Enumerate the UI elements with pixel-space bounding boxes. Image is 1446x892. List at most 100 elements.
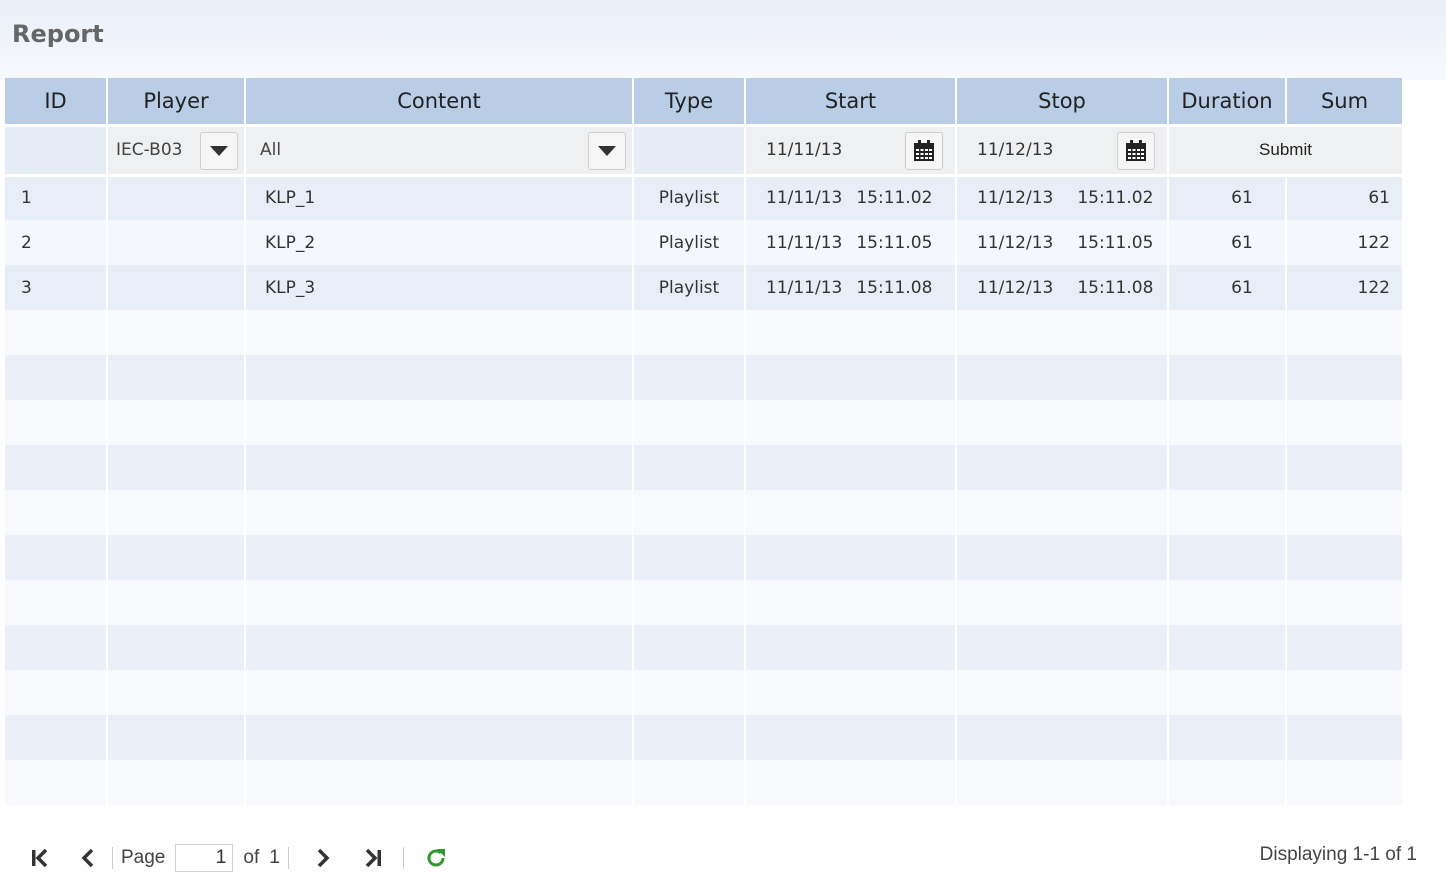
page-number-input[interactable] xyxy=(175,844,234,872)
empty-cell xyxy=(745,490,957,535)
cell-stop: 11/12/13 15:11.05 xyxy=(956,220,1169,265)
empty-cell xyxy=(245,400,634,445)
pager-separator xyxy=(112,847,113,869)
empty-cell xyxy=(956,445,1169,490)
empty-cell xyxy=(245,490,634,535)
prev-page-icon xyxy=(81,848,94,868)
empty-cell xyxy=(1168,580,1287,625)
column-header-duration[interactable]: Duration xyxy=(1168,78,1287,125)
empty-cell xyxy=(956,715,1169,760)
content-dropdown-button[interactable] xyxy=(588,132,626,170)
empty-cell xyxy=(1286,535,1404,580)
start-date: 11/11/13 xyxy=(766,277,843,298)
stop-date: 11/12/13 xyxy=(977,188,1054,209)
type-filter-cell xyxy=(633,123,746,177)
empty-cell xyxy=(107,355,246,400)
column-header-stop[interactable]: Stop xyxy=(956,78,1169,125)
empty-cell xyxy=(745,715,957,760)
empty-row xyxy=(5,535,1404,580)
start-date-field[interactable]: 11/11/13 xyxy=(746,128,954,172)
empty-cell xyxy=(633,445,746,490)
column-header-start[interactable]: Start xyxy=(745,78,957,125)
cell-duration: 61 xyxy=(1168,220,1287,265)
stop-time: 15:11.05 xyxy=(1077,232,1154,253)
empty-cell xyxy=(633,760,746,805)
empty-cell xyxy=(1286,355,1404,400)
cell-type: Playlist xyxy=(633,175,746,220)
stop-calendar-button[interactable] xyxy=(1117,132,1155,170)
next-page-button[interactable] xyxy=(307,842,339,874)
empty-cell xyxy=(745,535,957,580)
empty-cell xyxy=(633,580,746,625)
empty-cell xyxy=(1286,580,1404,625)
empty-cell xyxy=(633,490,746,535)
player-combo[interactable]: IEC-B03 xyxy=(108,128,243,172)
cell-start: 11/11/13 15:11.08 xyxy=(745,265,957,310)
column-header-id[interactable]: ID xyxy=(5,78,108,125)
empty-cell xyxy=(956,355,1169,400)
last-page-icon xyxy=(365,848,381,868)
empty-cell xyxy=(107,535,246,580)
column-header-player[interactable]: Player xyxy=(107,78,246,125)
empty-cell xyxy=(245,670,634,715)
report-grid: ID Player Content Type Start Stop Durati… xyxy=(5,78,1404,805)
content-combo-value: All xyxy=(260,140,282,160)
start-time: 15:11.08 xyxy=(856,277,933,298)
page-title: Report xyxy=(12,20,104,48)
cell-start: 11/11/13 15:11.05 xyxy=(745,220,957,265)
start-calendar-button[interactable] xyxy=(905,132,943,170)
start-time: 15:11.05 xyxy=(856,232,933,253)
empty-cell xyxy=(1286,400,1404,445)
empty-cell xyxy=(633,400,746,445)
next-page-icon xyxy=(317,848,330,868)
refresh-button[interactable] xyxy=(420,842,452,874)
empty-cell xyxy=(1168,760,1287,805)
cell-stop: 11/12/13 15:11.08 xyxy=(956,265,1169,310)
cell-player xyxy=(107,175,246,220)
empty-cell xyxy=(107,760,246,805)
empty-row xyxy=(5,715,1404,760)
empty-cell xyxy=(956,535,1169,580)
table-row[interactable]: 1 KLP_1 Playlist 11/11/13 15:11.02 11/12/13 15… xyxy=(5,175,1404,220)
chevron-down-icon xyxy=(210,146,228,156)
empty-cell xyxy=(107,445,246,490)
prev-page-button[interactable] xyxy=(72,842,104,874)
empty-cell xyxy=(1168,715,1287,760)
empty-cell xyxy=(1286,670,1404,715)
cell-sum: 122 xyxy=(1286,265,1404,310)
empty-cell xyxy=(1168,670,1287,715)
empty-cell xyxy=(1168,625,1287,670)
stop-date: 11/12/13 xyxy=(977,232,1054,253)
last-page-button[interactable] xyxy=(357,842,389,874)
content-combo[interactable]: All xyxy=(246,128,631,172)
column-header-type[interactable]: Type xyxy=(633,78,746,125)
start-date-value: 11/11/13 xyxy=(766,140,843,160)
empty-cell xyxy=(745,445,957,490)
of-label: of xyxy=(243,847,260,868)
empty-cell xyxy=(245,535,634,580)
player-dropdown-button[interactable] xyxy=(200,132,238,170)
table-row[interactable]: 3 KLP_3 Playlist 11/11/13 15:11.08 11/12/13 15… xyxy=(5,265,1404,310)
empty-cell xyxy=(745,400,957,445)
pager-separator xyxy=(287,847,289,869)
first-page-icon xyxy=(32,848,48,868)
empty-row xyxy=(5,580,1404,625)
column-header-sum[interactable]: Sum xyxy=(1286,78,1404,125)
empty-cell xyxy=(5,760,108,805)
table-row[interactable]: 2 KLP_2 Playlist 11/11/13 15:11.05 11/12/13 15… xyxy=(5,220,1404,265)
empty-cell xyxy=(633,535,746,580)
stop-date-field[interactable]: 11/12/13 xyxy=(957,128,1166,172)
submit-button[interactable]: Submit xyxy=(1169,128,1401,172)
first-page-button[interactable] xyxy=(24,842,56,874)
stop-date: 11/12/13 xyxy=(977,277,1054,298)
empty-row xyxy=(5,310,1404,355)
cell-id: 2 xyxy=(5,220,108,265)
stop-time: 15:11.08 xyxy=(1077,277,1154,298)
empty-row xyxy=(5,355,1404,400)
cell-type: Playlist xyxy=(633,220,746,265)
empty-cell xyxy=(633,715,746,760)
empty-row xyxy=(5,670,1404,715)
empty-cell xyxy=(245,355,634,400)
column-header-content[interactable]: Content xyxy=(245,78,634,125)
pagination-toolbar: Page of 1 Displaying 1-1 of 1 xyxy=(0,836,1446,880)
